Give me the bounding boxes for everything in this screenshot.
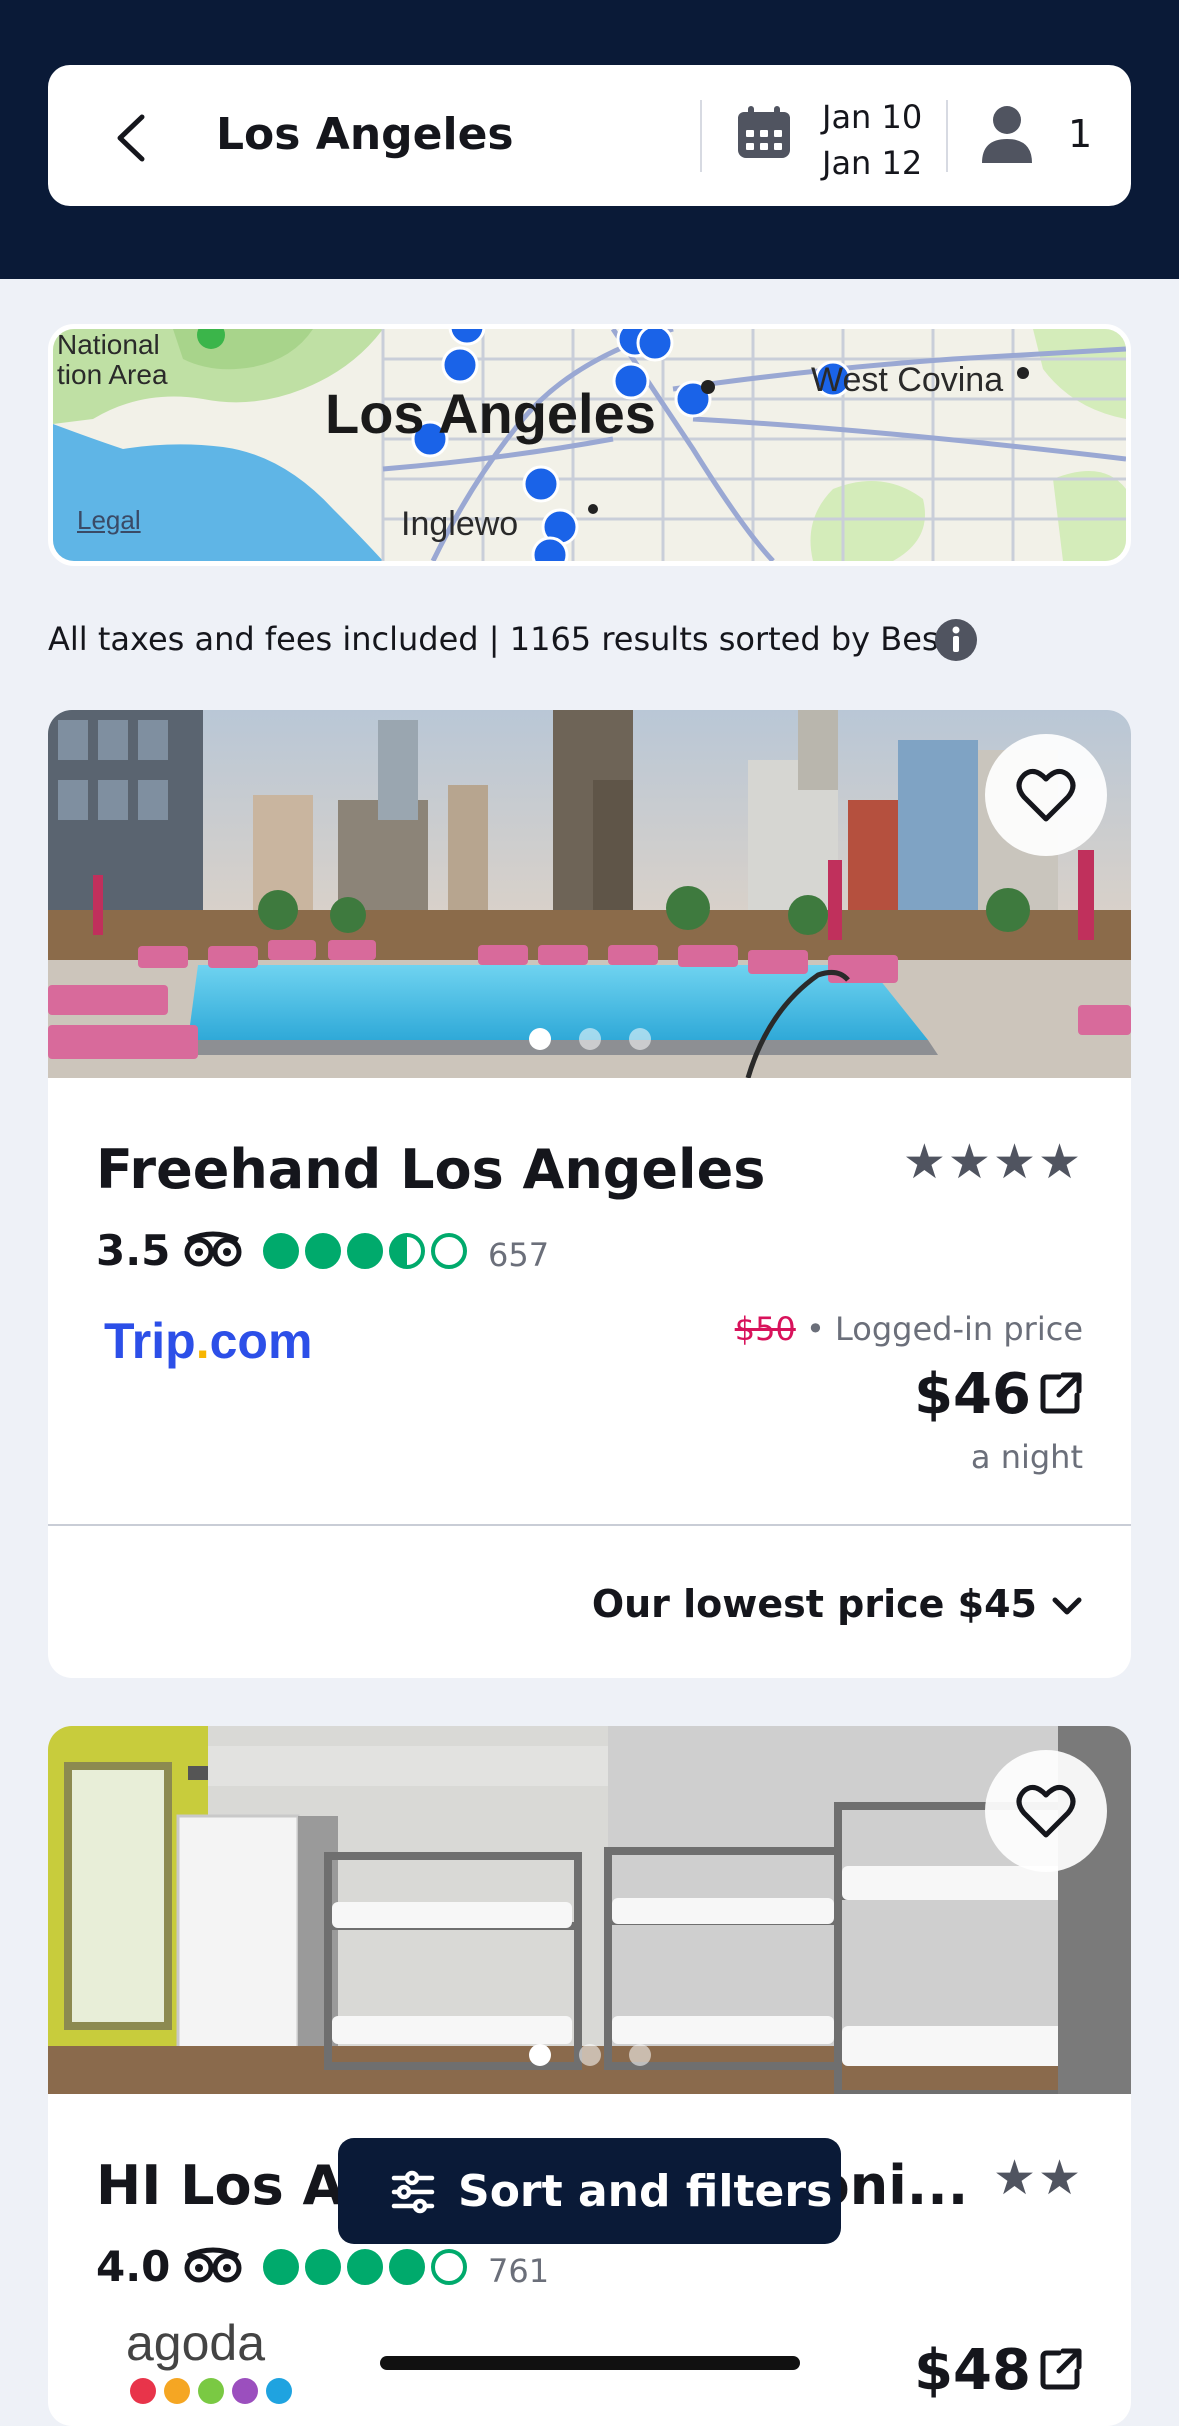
hotel-photo[interactable] xyxy=(48,710,1131,1078)
review-bubbles xyxy=(263,1233,467,1269)
map-label: tion Area xyxy=(57,359,168,390)
map-legal-link[interactable]: Legal xyxy=(77,505,141,536)
photo-pagination xyxy=(48,2044,1131,2070)
tripadvisor-owl-icon xyxy=(184,2247,242,2283)
provider-logo-dots xyxy=(130,2378,300,2408)
price-link[interactable]: $48 xyxy=(914,2338,1083,2403)
map-label: Inglewo xyxy=(401,505,519,543)
nightly-price: $46 xyxy=(914,1362,1031,1427)
hotel-photo-image xyxy=(48,710,1131,1078)
map-city-label: Los Angeles xyxy=(325,382,656,445)
results-summary: All taxes and fees included | 1165 resul… xyxy=(48,620,952,658)
hotel-card[interactable]: Freehand Los Angeles ★★★★ 3.5 657 Trip.c… xyxy=(48,710,1131,1678)
date-range[interactable]: Jan 10 Jan 12 xyxy=(822,94,922,186)
external-link-icon xyxy=(1040,2348,1082,2390)
pagination-dot[interactable] xyxy=(528,1028,551,1050)
map-label: National xyxy=(57,329,160,360)
guest-count[interactable]: 1 xyxy=(1068,112,1092,156)
external-link-icon xyxy=(1040,1372,1082,1414)
lowest-price-label: Our lowest price $45 xyxy=(591,1582,1037,1626)
separator-dot: • xyxy=(805,1310,835,1348)
nightly-price: $48 xyxy=(914,2338,1031,2403)
pagination-dot[interactable] xyxy=(628,1028,651,1050)
review-rating-row: 4.0 761 xyxy=(96,2242,616,2292)
top-bar: Los Angeles Jan 10 Jan 12 1 xyxy=(0,0,1179,279)
hotel-name[interactable]: Freehand Los Angeles xyxy=(96,1138,765,1201)
divider xyxy=(48,1524,1131,1526)
chevron-down-icon xyxy=(1052,1597,1082,1614)
rating-score: 4.0 xyxy=(96,2242,171,2291)
photo-pagination xyxy=(48,1028,1131,1054)
provider-logo: agoda xyxy=(126,2315,266,2371)
star-rating: ★★ xyxy=(992,2150,1083,2206)
hotel-card[interactable]: HI Los Angeles Santa Moni... ★★ 4.0 761 … xyxy=(48,1726,1131,2426)
per-night-label: a night xyxy=(970,1438,1083,1476)
divider xyxy=(700,100,702,172)
provider-logo: Trip.com xyxy=(104,1313,313,1369)
checkin-date: Jan 10 xyxy=(822,98,923,136)
favorite-button[interactable] xyxy=(985,734,1107,856)
back-arrow-icon[interactable] xyxy=(98,103,168,173)
lowest-price-toggle[interactable]: Our lowest price $45 xyxy=(592,1582,1083,1626)
review-count: 657 xyxy=(488,1236,550,1274)
star-rating: ★★★★ xyxy=(902,1134,1083,1190)
hotel-photo-image xyxy=(48,1726,1131,2094)
review-rating-row: 3.5 657 xyxy=(96,1226,616,1276)
destination-label[interactable]: Los Angeles xyxy=(216,109,514,160)
original-price: $50 xyxy=(734,1310,796,1348)
logged-in-note: Logged-in price xyxy=(835,1310,1083,1348)
tripadvisor-owl-icon xyxy=(184,1231,242,1267)
sort-and-filters-button[interactable]: Sort and filters xyxy=(338,2138,841,2244)
heart-icon xyxy=(1016,1784,1076,1838)
pagination-dot[interactable] xyxy=(628,2044,651,2066)
rating-score: 3.5 xyxy=(96,1226,171,1275)
home-indicator[interactable] xyxy=(380,2356,800,2370)
heart-icon xyxy=(1016,768,1076,822)
info-icon[interactable] xyxy=(934,618,978,662)
pagination-dot[interactable] xyxy=(528,2044,551,2066)
sliders-icon xyxy=(391,2170,435,2214)
calendar-icon[interactable] xyxy=(734,104,794,164)
pagination-dot[interactable] xyxy=(578,1028,601,1050)
checkout-date: Jan 12 xyxy=(822,144,923,182)
review-bubbles xyxy=(263,2249,467,2285)
sort-and-filters-label: Sort and filters xyxy=(458,2166,833,2217)
hotel-photo[interactable] xyxy=(48,1726,1131,2094)
pagination-dot[interactable] xyxy=(578,2044,601,2066)
review-count: 761 xyxy=(488,2252,550,2290)
map-label: West Covina xyxy=(811,361,1004,399)
person-icon[interactable] xyxy=(976,103,1038,167)
results-map[interactable]: National tion Area Los Angeles West Covi… xyxy=(48,324,1131,566)
divider xyxy=(946,100,948,172)
search-summary[interactable]: Los Angeles Jan 10 Jan 12 1 xyxy=(48,65,1131,206)
price-link[interactable]: $46 xyxy=(914,1362,1083,1427)
price-note: $50 • Logged-in price xyxy=(735,1310,1083,1348)
favorite-button[interactable] xyxy=(985,1750,1107,1872)
